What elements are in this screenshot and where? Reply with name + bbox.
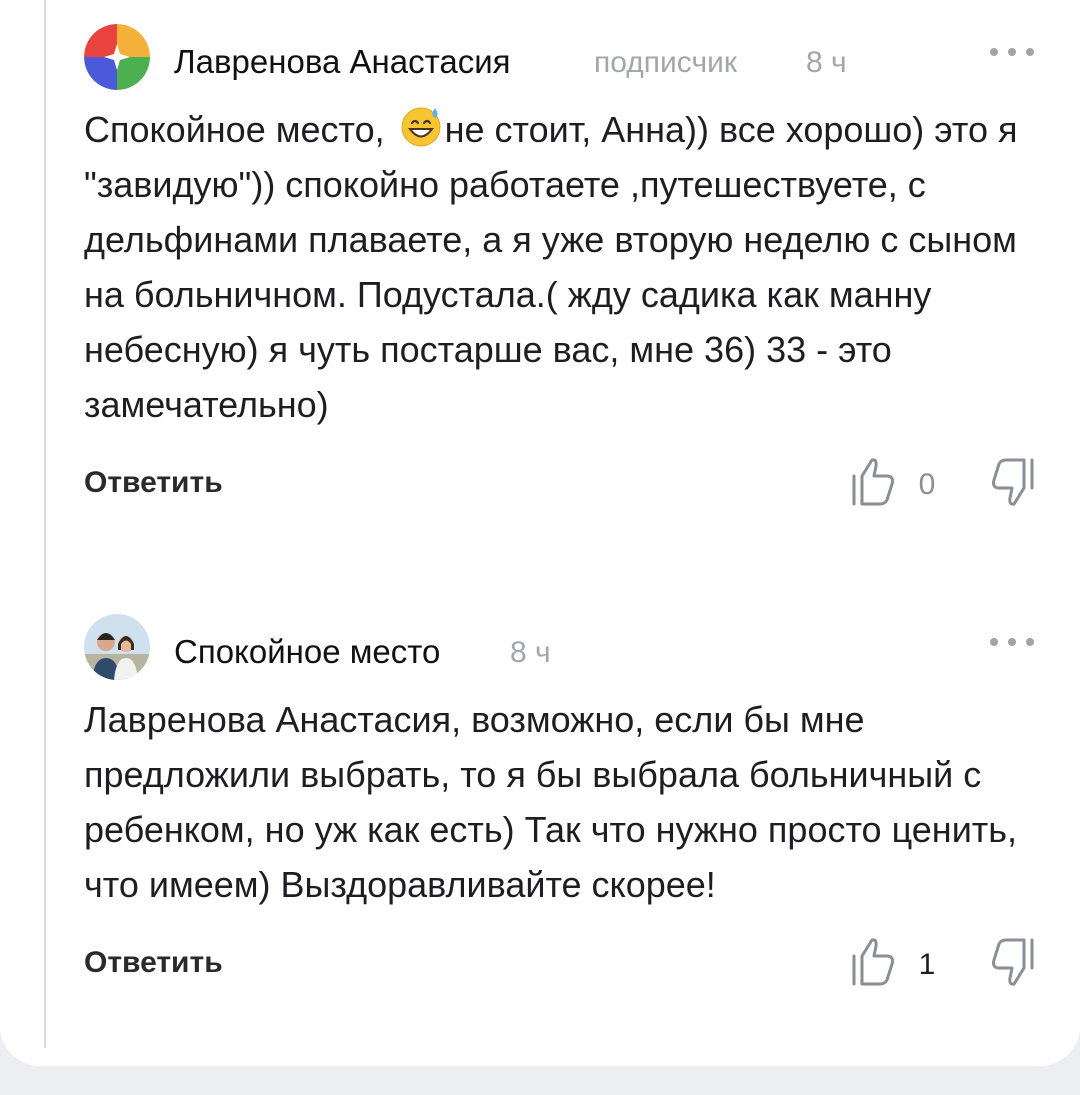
comment-text-part: не стоит, Анна)) все хорошо) это я "зави…: [84, 109, 1018, 425]
comment-header: Спокойное место 8 ч: [84, 614, 1044, 692]
comment-time: 8 ч: [510, 636, 551, 669]
comments-sheet: Лавренова Анастасия подписчик 8 ч Спокой…: [0, 0, 1080, 1066]
comment: Лавренова Анастасия подписчик 8 ч Спокой…: [84, 24, 1044, 516]
comment-actions: Ответить 0: [84, 456, 1044, 516]
comment-text: Спокойное место, не стоит, Анна)) все хо…: [84, 102, 1024, 432]
comment-time: 8 ч: [806, 46, 847, 79]
comment: Спокойное место 8 ч Лавренова Анастасия,…: [84, 614, 1044, 996]
more-dots-icon[interactable]: [990, 632, 1034, 652]
subscriber-badge: подписчик: [594, 46, 737, 79]
thread-line: [44, 0, 46, 1048]
author-name[interactable]: Спокойное место: [174, 632, 440, 672]
more-dots-icon[interactable]: [990, 42, 1034, 62]
colorful-circle-avatar-icon: [84, 24, 150, 90]
reply-button[interactable]: Ответить: [84, 466, 223, 500]
like-count: 1: [918, 948, 936, 981]
grinning-sweat-emoji: [399, 104, 443, 148]
author-name[interactable]: Лавренова Анастасия: [174, 42, 511, 82]
comment-actions: Ответить 1: [84, 936, 1044, 996]
avatar[interactable]: [84, 24, 150, 90]
comment-text: Лавренова Анастасия, возможно, если бы м…: [84, 699, 1018, 905]
reply-button[interactable]: Ответить: [84, 946, 223, 980]
thumb-up-icon[interactable]: [850, 456, 896, 508]
like-count: 0: [918, 468, 936, 501]
thumb-up-icon[interactable]: [850, 936, 896, 988]
thumb-down-icon[interactable]: [990, 456, 1036, 508]
comment-header: Лавренова Анастасия подписчик 8 ч: [84, 24, 1044, 102]
comment-text-part: Спокойное место,: [84, 109, 395, 150]
thumb-down-icon[interactable]: [990, 936, 1036, 988]
couple-photo-avatar[interactable]: [84, 614, 150, 680]
